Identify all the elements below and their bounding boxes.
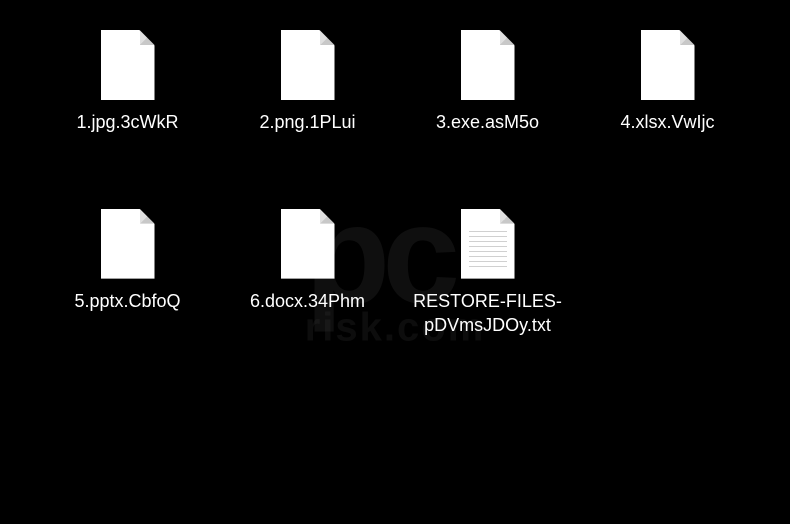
file-label: RESTORE-FILES-pDVmsJDOy.txt bbox=[410, 289, 565, 338]
file-item[interactable]: RESTORE-FILES-pDVmsJDOy.txt bbox=[410, 209, 565, 338]
file-item[interactable]: 2.png.1PLui bbox=[230, 30, 385, 159]
file-icon bbox=[461, 30, 515, 100]
file-icon bbox=[101, 209, 155, 279]
file-label: 5.pptx.CbfoQ bbox=[74, 289, 180, 313]
file-item[interactable]: 6.docx.34Phm bbox=[230, 209, 385, 338]
file-icon bbox=[281, 30, 335, 100]
file-item[interactable]: 5.pptx.CbfoQ bbox=[50, 209, 205, 338]
file-icon bbox=[101, 30, 155, 100]
file-label: 4.xlsx.VwIjc bbox=[620, 110, 714, 134]
text-file-icon bbox=[461, 209, 515, 279]
file-icon bbox=[281, 209, 335, 279]
file-label: 2.png.1PLui bbox=[259, 110, 355, 134]
file-item[interactable]: 4.xlsx.VwIjc bbox=[590, 30, 745, 159]
desktop-area: 1.jpg.3cWkR 2.png.1PLui 3.exe.asM5o 4.xl… bbox=[0, 0, 790, 367]
file-label: 1.jpg.3cWkR bbox=[76, 110, 178, 134]
file-item[interactable]: 1.jpg.3cWkR bbox=[50, 30, 205, 159]
file-item[interactable]: 3.exe.asM5o bbox=[410, 30, 565, 159]
file-label: 3.exe.asM5o bbox=[436, 110, 539, 134]
file-label: 6.docx.34Phm bbox=[250, 289, 365, 313]
file-icon bbox=[641, 30, 695, 100]
